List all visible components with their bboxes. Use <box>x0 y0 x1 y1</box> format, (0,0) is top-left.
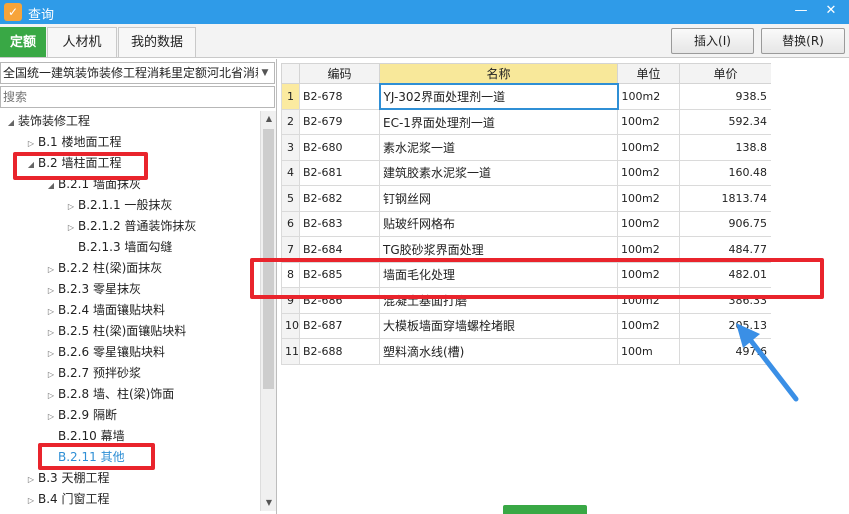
scroll-up-icon[interactable]: ▲ <box>261 111 277 127</box>
collapsed-icon[interactable]: ▷ <box>44 365 58 385</box>
header-name[interactable]: 名称 <box>379 63 618 84</box>
annotation-box-wall-chapter <box>13 152 148 180</box>
header-price[interactable]: 单价 <box>679 63 772 84</box>
expanded-icon[interactable]: ◢ <box>4 113 18 133</box>
annotation-box-other-chapter <box>38 443 155 470</box>
collapsed-icon[interactable]: ▷ <box>64 218 78 238</box>
collapsed-icon[interactable]: ▷ <box>44 281 58 301</box>
table-row[interactable]: 10 B2-687 大模板墙面穿墙螺栓堵眼 100m2 205.13 <box>281 312 772 339</box>
tab-bar: 定额 人材机 我的数据 插入(I) 替换(R) <box>0 24 849 58</box>
scroll-down-icon[interactable]: ▼ <box>261 495 277 511</box>
insert-button[interactable]: 插入(I) <box>671 28 754 54</box>
tree-node[interactable]: ▷ B.2.1.1 一般抹灰 <box>64 195 172 215</box>
chevron-down-icon[interactable]: ▼ <box>258 63 272 83</box>
collapsed-icon[interactable]: ▷ <box>44 302 58 322</box>
table-row[interactable]: 1 B2-678 YJ-302界面处理剂一道 100m2 938.5 <box>281 82 772 110</box>
tree-node[interactable]: ▷ B.2.7 预拌砂浆 <box>44 363 141 383</box>
tab-my-data[interactable]: 我的数据 <box>118 27 196 57</box>
tree-node[interactable]: ▷ B.2.1.2 普通装饰抹灰 <box>64 216 196 236</box>
window-title: 查询 <box>28 8 55 23</box>
collapsed-icon[interactable]: ▷ <box>44 407 58 427</box>
collapsed-icon[interactable]: ▷ <box>44 344 58 364</box>
table-row[interactable]: 6 B2-683 贴玻纤网格布 100m2 906.75 <box>281 210 772 237</box>
tree-node[interactable]: ◢ 装饰装修工程 <box>4 111 90 131</box>
minimize-button[interactable]: — <box>790 2 812 20</box>
replace-button[interactable]: 替换(R) <box>761 28 845 54</box>
tree-node[interactable]: ▷ B.2.4 墙面镶贴块料 <box>44 300 165 320</box>
tree-scrollbar[interactable]: ▲ ▼ <box>260 111 276 511</box>
collapsed-icon[interactable]: ▷ <box>64 197 78 217</box>
quota-library-value: 全国统一建筑装饰装修工程消耗里定额河北省消耗 <box>3 66 268 80</box>
quota-library-select[interactable]: 全国统一建筑装饰装修工程消耗里定额河北省消耗 ▼ <box>0 62 275 84</box>
header-code[interactable]: 编码 <box>299 63 380 84</box>
table-row[interactable]: 2 B2-679 EC-1界面处理剂一道 100m2 592.34 <box>281 108 772 135</box>
tree-node[interactable]: ▷ B.2.9 隔断 <box>44 405 117 425</box>
header-index <box>281 63 300 84</box>
tree-node[interactable]: ▷ B.4 门窗工程 <box>24 489 110 509</box>
table-row[interactable]: 11 B2-688 塑料滴水线(槽) 100m 497.6 <box>281 338 772 365</box>
tree-node[interactable]: B.2.1.3 墙面勾缝 <box>64 237 172 257</box>
tree-node[interactable]: ▷ B.2.5 柱(梁)面镶贴块料 <box>44 321 186 341</box>
collapsed-icon[interactable]: ▷ <box>44 386 58 406</box>
search-input[interactable] <box>0 86 275 108</box>
tree-node[interactable]: ▷ B.2.2 柱(梁)面抹灰 <box>44 258 162 278</box>
collapsed-icon[interactable]: ▷ <box>24 491 38 511</box>
title-bar: ✓ 查询 — ✕ <box>0 0 849 24</box>
tab-labor-material-machine[interactable]: 人材机 <box>47 27 117 57</box>
table-row[interactable]: 4 B2-681 建筑胶素水泥浆一道 100m2 160.48 <box>281 159 772 186</box>
annotation-box-row-8 <box>250 258 824 299</box>
tree-node[interactable]: ▷ B.3 天棚工程 <box>24 468 110 488</box>
close-button[interactable]: ✕ <box>820 2 842 20</box>
app-logo-icon: ✓ <box>4 3 22 21</box>
tree-node[interactable]: ▷ B.2.8 墙、柱(梁)饰面 <box>44 384 174 404</box>
table-header: 编码 名称 单位 单价 <box>281 63 772 84</box>
header-unit[interactable]: 单位 <box>617 63 680 84</box>
tree-node[interactable]: ▷ B.1 楼地面工程 <box>24 132 122 152</box>
table-row[interactable]: 5 B2-682 钉钢丝网 100m2 1813.74 <box>281 185 772 212</box>
tab-quota[interactable]: 定额 <box>0 27 46 57</box>
collapsed-icon[interactable]: ▷ <box>44 323 58 343</box>
horizontal-scroll-handle[interactable] <box>503 505 587 514</box>
quota-table: 编码 名称 单位 单价 1 B2-678 YJ-302界面处理剂一道 100m2 938… <box>281 63 772 365</box>
pointer-arrow-icon <box>736 323 799 402</box>
collapsed-icon[interactable]: ▷ <box>44 260 58 280</box>
tree-node[interactable]: ▷ B.2.6 零星镶贴块料 <box>44 342 165 362</box>
collapsed-icon[interactable]: ▷ <box>24 134 38 154</box>
tree-node[interactable]: ▷ B.2.3 零星抹灰 <box>44 279 141 299</box>
table-row[interactable]: 3 B2-680 素水泥浆一道 100m2 138.8 <box>281 134 772 161</box>
collapsed-icon[interactable]: ▷ <box>24 470 38 490</box>
